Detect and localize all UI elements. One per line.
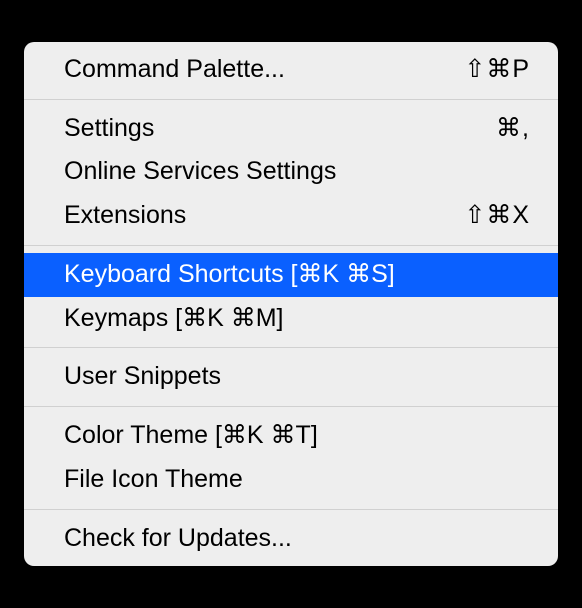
menu-item-keyboard-shortcuts[interactable]: Keyboard Shortcuts [⌘K ⌘S] (24, 253, 558, 297)
menu-item-online-services-settings[interactable]: Online Services Settings (24, 150, 558, 194)
menu-item-label: Command Palette... (64, 53, 285, 87)
menu-item-settings[interactable]: Settings ⌘, (24, 107, 558, 151)
menu-item-label: User Snippets (64, 360, 221, 394)
menu-separator (24, 245, 558, 246)
menu-item-color-theme[interactable]: Color Theme [⌘K ⌘T] (24, 414, 558, 458)
menu-item-label: Color Theme [⌘K ⌘T] (64, 419, 318, 453)
menu-separator (24, 347, 558, 348)
menu-item-label: Extensions (64, 199, 186, 233)
menu-item-shortcut: ⇧⌘X (464, 199, 530, 233)
menu-item-label: Online Services Settings (64, 155, 336, 189)
menu-item-label: Keymaps [⌘K ⌘M] (64, 302, 284, 336)
menu-item-command-palette[interactable]: Command Palette... ⇧⌘P (24, 48, 558, 92)
menu-item-shortcut: ⌘, (496, 112, 530, 146)
menu-item-user-snippets[interactable]: User Snippets (24, 355, 558, 399)
menu-item-extensions[interactable]: Extensions ⇧⌘X (24, 194, 558, 238)
context-menu: Command Palette... ⇧⌘P Settings ⌘, Onlin… (24, 42, 558, 567)
menu-separator (24, 509, 558, 510)
menu-item-label: File Icon Theme (64, 463, 243, 497)
menu-item-file-icon-theme[interactable]: File Icon Theme (24, 458, 558, 502)
menu-item-label: Settings (64, 112, 154, 146)
menu-item-keymaps[interactable]: Keymaps [⌘K ⌘M] (24, 297, 558, 341)
menu-separator (24, 406, 558, 407)
menu-item-label: Keyboard Shortcuts [⌘K ⌘S] (64, 258, 395, 292)
menu-separator (24, 99, 558, 100)
menu-item-shortcut: ⇧⌘P (464, 53, 530, 87)
menu-item-label: Check for Updates... (64, 522, 292, 556)
menu-item-check-for-updates[interactable]: Check for Updates... (24, 517, 558, 561)
